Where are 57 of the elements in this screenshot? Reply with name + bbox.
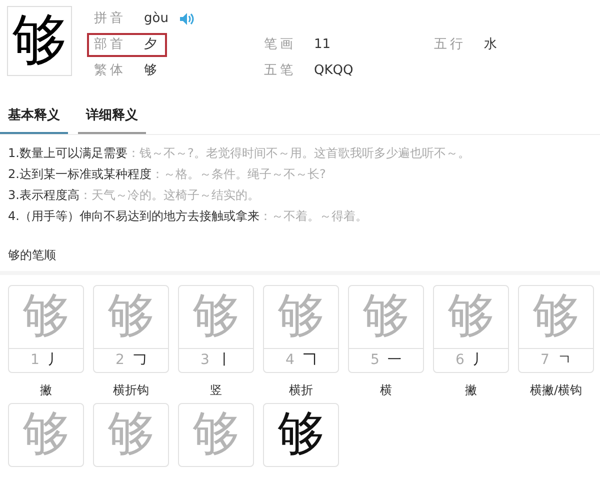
stroke-glyph: 够 <box>22 292 70 340</box>
info-label: 笔画 <box>264 36 297 54</box>
definition-text: 3.表示程度高 <box>8 186 80 202</box>
stroke-glyph: 够 <box>22 410 70 458</box>
definition-example: ：钱～不～?。老觉得时间不～用。这首歌我听多少遍也听不～。 <box>127 144 470 160</box>
tab[interactable]: 详细释义 <box>78 106 146 134</box>
info-value: 够 <box>144 62 157 80</box>
stroke-label: 丨 <box>217 350 232 370</box>
stroke-name: 横 <box>380 382 392 398</box>
section-title: 够的笔顺 <box>8 248 56 262</box>
definition-text: 1.数量上可以满足需要 <box>8 144 128 160</box>
info-value: QKQQ <box>314 62 354 80</box>
info-value: 11 <box>314 36 331 54</box>
stroke-glyph: 够 <box>107 410 155 458</box>
definition-example: ：天气～冷的。这椅子～结实的。 <box>79 186 260 202</box>
stroke-label: 丿 <box>47 350 62 370</box>
stroke-label: 𠃍 <box>302 350 316 370</box>
info-value: gòu <box>144 10 168 28</box>
stroke-glyph: 够 <box>532 292 580 340</box>
stroke-glyph: 够 <box>192 410 240 458</box>
definition-example: ：～不着。～得着。 <box>259 208 368 224</box>
stroke-glyph: 够 <box>447 292 495 340</box>
stroke-glyph: 够 <box>362 292 410 340</box>
stroke-number: 7 <box>540 350 550 370</box>
tab[interactable]: 基本释义 <box>0 106 68 134</box>
stroke-glyph: 够 <box>192 292 240 340</box>
info-label: 繁体 <box>94 62 127 80</box>
stroke-number: 5 <box>370 350 380 370</box>
stroke-label: 丿 <box>472 350 486 370</box>
stroke-name: 横折钩 <box>113 382 149 398</box>
stroke-number: 3 <box>200 350 210 370</box>
definition-text: 4.（用手等）伸向不易达到的地方去接触或拿来 <box>8 208 260 224</box>
stroke-label: ㄱ <box>557 350 572 370</box>
info-label: 拼音 <box>94 10 127 28</box>
stroke-name: 撇 <box>40 382 52 398</box>
stroke-number: 4 <box>286 350 294 370</box>
info-label: 部首 <box>94 36 127 54</box>
stroke-number: 1 <box>30 350 40 370</box>
stroke-glyph: 够 <box>277 410 325 458</box>
speaker-icon[interactable] <box>180 13 194 25</box>
stroke-name: 撇 <box>465 382 477 398</box>
stroke-glyph: 够 <box>277 292 325 340</box>
definition-text: 2.达到某一标准或某种程度 <box>8 166 152 182</box>
main-character: 够 <box>12 13 68 69</box>
definition-example: ：～格。～条件。绳子～不～长? <box>151 166 326 182</box>
info-label: 五行 <box>434 36 467 54</box>
stroke-glyph: 够 <box>107 292 155 340</box>
stroke-name: 横撇/横钩 <box>530 382 582 398</box>
stroke-name: 横折 <box>289 382 313 398</box>
info-value: 水 <box>484 36 497 54</box>
stroke-number: 6 <box>456 350 464 370</box>
info-value: 夕 <box>144 36 157 54</box>
stroke-label: 𠃌 <box>132 350 146 370</box>
stroke-name: 竖 <box>210 382 222 398</box>
stroke-label: 一 <box>387 350 402 370</box>
stroke-number: 2 <box>116 350 124 370</box>
info-label: 五笔 <box>264 62 297 80</box>
